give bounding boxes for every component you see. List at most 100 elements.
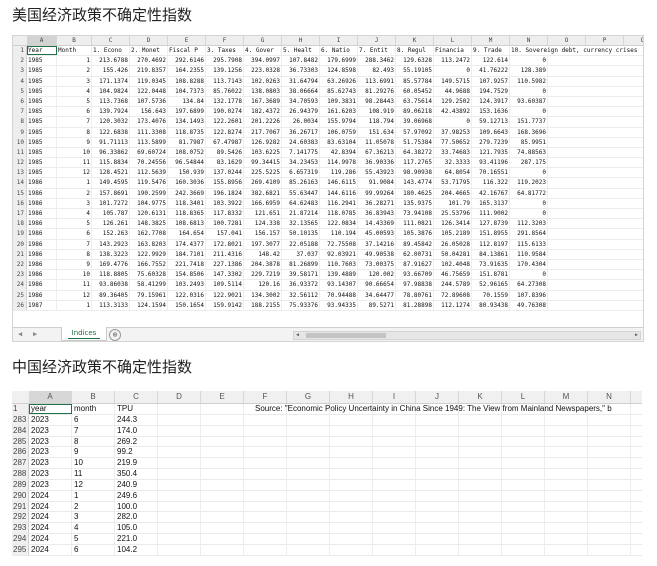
cell[interactable]: 120.16 <box>244 280 282 290</box>
cell[interactable]: 1985 <box>27 127 57 137</box>
cell[interactable]: 1986 <box>27 280 57 290</box>
cell[interactable] <box>201 523 244 534</box>
cell[interactable] <box>287 425 330 436</box>
cell[interactable]: 37.037 <box>282 249 320 259</box>
cell[interactable]: 64.27308 <box>510 280 548 290</box>
cell[interactable]: 63.26926 <box>320 76 358 86</box>
cell[interactable]: 99.34415 <box>244 158 282 168</box>
cell[interactable]: 119.5476 <box>130 178 168 188</box>
cell[interactable]: 70.24556 <box>130 158 168 168</box>
cell[interactable]: 282.0 <box>115 512 158 523</box>
cell[interactable]: 50.04281 <box>434 249 472 259</box>
cell[interactable] <box>416 479 459 490</box>
cell[interactable]: 64.8054 <box>434 168 472 178</box>
cell[interactable]: 1985 <box>27 107 57 117</box>
cell[interactable] <box>158 479 201 490</box>
cell[interactable]: 118.794 <box>358 117 396 127</box>
cell[interactable]: 163.8203 <box>130 239 168 249</box>
cell[interactable] <box>459 490 502 501</box>
cell[interactable] <box>502 425 545 436</box>
cell[interactable]: 11 <box>57 158 92 168</box>
column-header-b[interactable]: B <box>57 36 92 45</box>
cell[interactable]: 42.43892 <box>434 107 472 117</box>
cell[interactable]: 244.3 <box>115 414 158 425</box>
cell[interactable]: 22.05188 <box>282 239 320 249</box>
cell[interactable] <box>158 404 201 414</box>
cell[interactable]: 165.3137 <box>472 198 510 208</box>
row-number[interactable]: 2 <box>13 56 27 66</box>
cell[interactable]: 93.14307 <box>320 280 358 290</box>
cell[interactable]: 21.87214 <box>282 209 320 219</box>
cell[interactable]: 270.4692 <box>130 56 168 66</box>
cell[interactable]: 1986 <box>27 229 57 239</box>
cell[interactable]: 117.2765 <box>396 158 434 168</box>
column-header-c[interactable]: C <box>115 391 158 403</box>
cell[interactable] <box>588 544 631 555</box>
cell[interactable]: 150.1654 <box>168 300 206 310</box>
cell[interactable]: 2 <box>57 66 92 76</box>
row-number[interactable]: 23 <box>13 270 27 280</box>
add-sheet-icon[interactable]: ⊕ <box>109 329 121 341</box>
cell[interactable]: 0 <box>510 168 548 178</box>
cell[interactable]: 31.64794 <box>282 76 320 86</box>
cell[interactable]: 26.05028 <box>434 239 472 249</box>
cell[interactable]: 128.389 <box>510 66 548 76</box>
cell[interactable]: 64.62483 <box>282 198 320 208</box>
cell[interactable]: 108.0752 <box>168 147 206 158</box>
scrollbar-thumb[interactable] <box>306 333 386 338</box>
cell[interactable]: 113.2472 <box>434 56 472 66</box>
cell[interactable]: 36.28271 <box>358 198 396 208</box>
cell[interactable] <box>158 534 201 544</box>
row-number[interactable]: 20 <box>13 239 27 249</box>
cell[interactable]: 99.99264 <box>358 188 396 198</box>
cell[interactable] <box>330 414 373 425</box>
cell[interactable]: 104.2 <box>115 544 158 555</box>
cell[interactable]: 154.8506 <box>168 270 206 280</box>
cell[interactable]: 49.76308 <box>510 300 548 310</box>
cell[interactable]: 8 <box>57 127 92 137</box>
cell[interactable] <box>373 523 416 534</box>
header-cell[interactable]: 9. Trade <box>472 46 510 56</box>
cell[interactable]: 269.2 <box>115 436 158 447</box>
cell[interactable]: 2 <box>57 188 92 198</box>
cell[interactable]: 34.64477 <box>358 290 396 300</box>
cell[interactable] <box>201 512 244 523</box>
column-header-h[interactable]: H <box>282 36 320 45</box>
cell[interactable]: 350.4 <box>115 469 158 479</box>
cell[interactable] <box>373 501 416 512</box>
cell[interactable] <box>373 414 416 425</box>
cell[interactable]: 90.66654 <box>358 280 396 290</box>
cell[interactable] <box>416 447 459 458</box>
cell[interactable]: 161.6203 <box>320 107 358 117</box>
row-number[interactable]: 18 <box>13 219 27 229</box>
cell[interactable] <box>287 544 330 555</box>
cell[interactable]: 150.939 <box>168 168 206 178</box>
cell[interactable]: 113.7143 <box>206 76 244 86</box>
cell[interactable]: 2024 <box>29 544 72 555</box>
cell[interactable]: 204.3878 <box>244 259 282 270</box>
cell[interactable]: 113.5899 <box>130 137 168 147</box>
cell[interactable]: 101.79 <box>434 198 472 208</box>
cell[interactable]: 1986 <box>27 270 57 280</box>
cell[interactable]: 104.9775 <box>130 198 168 208</box>
row-number[interactable]: 24 <box>13 280 27 290</box>
cell[interactable]: 111.9002 <box>472 209 510 219</box>
cell[interactable]: 229.7219 <box>244 270 282 280</box>
cell[interactable]: 58.41299 <box>130 280 168 290</box>
cell[interactable]: 129.6328 <box>396 56 434 66</box>
cell[interactable]: 129.2502 <box>434 96 472 107</box>
cell[interactable]: 159.9142 <box>206 300 244 310</box>
cell[interactable]: 108.6813 <box>168 219 206 229</box>
cell[interactable]: 134.3002 <box>244 290 282 300</box>
cell[interactable] <box>287 458 330 469</box>
cell[interactable] <box>201 425 244 436</box>
cell[interactable]: 143.2923 <box>92 239 130 249</box>
cell[interactable]: 5 <box>72 534 115 544</box>
column-header-l[interactable]: L <box>434 36 472 45</box>
cell[interactable]: 89.45842 <box>396 239 434 249</box>
cell[interactable]: 196.1824 <box>206 188 244 198</box>
cell[interactable]: 118.8735 <box>168 127 206 137</box>
column-header-g[interactable]: G <box>244 36 282 45</box>
cell[interactable]: 36.26717 <box>282 127 320 137</box>
cell[interactable] <box>158 523 201 534</box>
